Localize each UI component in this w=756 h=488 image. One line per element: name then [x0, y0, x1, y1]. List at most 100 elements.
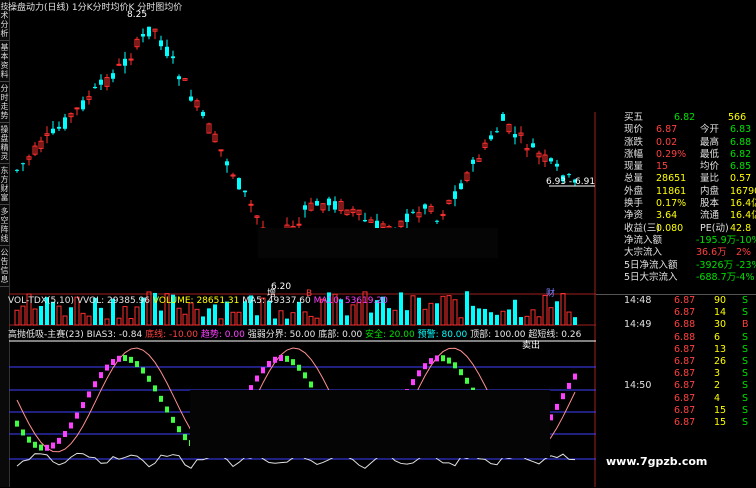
volume-bar: [104, 318, 110, 326]
left-tab[interactable]: 分时走势: [0, 82, 9, 123]
trend-dot: [21, 429, 25, 436]
fund-flow-row: 大宗流入 36.6万 2%: [624, 247, 752, 259]
trend-dot: [111, 359, 115, 366]
candle-body: [495, 131, 499, 133]
candle-body: [177, 76, 181, 80]
candle-body: [237, 178, 241, 190]
tick-row[interactable]: 14:50 6.87 2 S: [596, 380, 756, 392]
candle-body: [453, 191, 457, 199]
volume-bar: [471, 305, 475, 325]
tick-row[interactable]: 14:48 6.87 90 S: [596, 295, 756, 307]
volume-bar: [542, 294, 548, 326]
tick-row[interactable]: 14:49 6.88 30 B: [596, 319, 756, 331]
left-tab[interactable]: 操盘精灵: [0, 123, 9, 164]
trend-dot: [465, 377, 469, 384]
trend-dot: [75, 412, 79, 419]
trend-dot: [441, 355, 445, 362]
candle-body: [315, 200, 319, 206]
candle-body: [128, 58, 134, 61]
left-tab[interactable]: 多空阵线: [0, 205, 9, 246]
trend-dot: [93, 381, 97, 388]
volume-bar: [440, 295, 446, 326]
trend-dot: [297, 364, 301, 371]
trend-dot: [45, 444, 49, 451]
candle-body: [57, 126, 61, 129]
volume-bar: [548, 307, 554, 326]
redaction-box: [258, 228, 498, 258]
tick-row[interactable]: 6.87 13 S: [596, 344, 756, 356]
trend-dot: [147, 375, 151, 382]
volume-header: VOL-TDX(5,10) VVOL: 29385.96 VOLUME: 286…: [8, 296, 388, 306]
quote-row: 涨跌 0.02 最高 6.88: [624, 136, 752, 148]
quote-row: 涨幅 0.29% 最低 6.82: [624, 148, 752, 160]
volume-bar: [399, 292, 403, 325]
trend-dot: [279, 355, 283, 362]
volume-bar: [507, 309, 511, 325]
candle-body: [555, 163, 559, 167]
left-tab[interactable]: 公告信息: [0, 246, 9, 287]
volume-bar: [176, 307, 182, 326]
volume-bar: [128, 318, 134, 326]
quote-row: 换手 0.17% 股本 16.4亿: [624, 198, 756, 210]
trend-dot: [129, 356, 133, 363]
candle-body: [296, 223, 302, 226]
high-label: 8.25: [127, 10, 147, 20]
candle-body: [405, 213, 409, 222]
volume-bar: [62, 315, 68, 326]
volume-bar: [369, 312, 373, 325]
volume-bar: [495, 314, 499, 325]
volume-bar: [56, 305, 62, 326]
tick-row[interactable]: 6.87 15 S: [596, 417, 756, 429]
redaction-box: [190, 390, 550, 458]
quote-row: 现价 6.87 今开 6.83: [624, 124, 752, 136]
volume-bar: [278, 310, 284, 326]
volume-bar: [213, 304, 217, 325]
candle-body: [74, 107, 80, 110]
candle-body: [363, 219, 367, 222]
candle-body: [225, 161, 229, 166]
volume-bar: [345, 315, 349, 325]
trend-dot: [135, 361, 139, 368]
tick-row[interactable]: 6.87 14 S: [596, 307, 756, 319]
candle-body: [218, 149, 224, 152]
volume-bar: [80, 312, 86, 326]
volume-bar: [524, 315, 530, 326]
volume-bar: [182, 313, 188, 326]
trend-dot: [453, 362, 457, 369]
trend-dot: [99, 372, 103, 379]
trend-dot: [459, 369, 463, 376]
trend-dot: [27, 436, 31, 443]
trend-dot: [15, 420, 19, 427]
volume-bar: [513, 299, 517, 325]
volume-bar: [20, 305, 26, 326]
left-tab[interactable]: 基本资料: [0, 41, 9, 82]
trend-dot: [285, 355, 289, 362]
fund-flow-row: 5日净流入额-3926万-23%: [624, 259, 756, 271]
tick-row[interactable]: 6.87 26 S: [596, 356, 756, 368]
candle-body: [243, 190, 247, 193]
trend-dot: [267, 360, 271, 367]
trend-dot: [141, 367, 145, 374]
trend-dot: [573, 373, 577, 380]
candle-body: [411, 211, 415, 213]
tick-row[interactable]: 6.87 4 S: [596, 393, 756, 405]
tick-row[interactable]: 6.88 6 S: [596, 332, 756, 344]
volume-bar: [356, 302, 362, 326]
volume-bar: [536, 316, 542, 326]
left-tab[interactable]: 东方财富: [0, 164, 9, 205]
trend-dot: [423, 363, 427, 370]
candle-body: [51, 128, 55, 134]
volume-bar: [422, 308, 428, 326]
trend-dot: [117, 355, 121, 362]
volume-bar: [555, 301, 559, 325]
candle-body: [423, 204, 427, 209]
volume-bar: [530, 309, 536, 326]
volume-bar: [489, 312, 493, 325]
volume-bar: [218, 318, 224, 326]
volume-bar: [116, 317, 122, 326]
candle-body: [201, 111, 205, 116]
tick-row[interactable]: 6.87 3 S: [596, 368, 756, 380]
trend-dot: [33, 441, 37, 448]
tick-row[interactable]: 6.87 15 S: [596, 405, 756, 417]
volume-bar: [435, 303, 439, 325]
